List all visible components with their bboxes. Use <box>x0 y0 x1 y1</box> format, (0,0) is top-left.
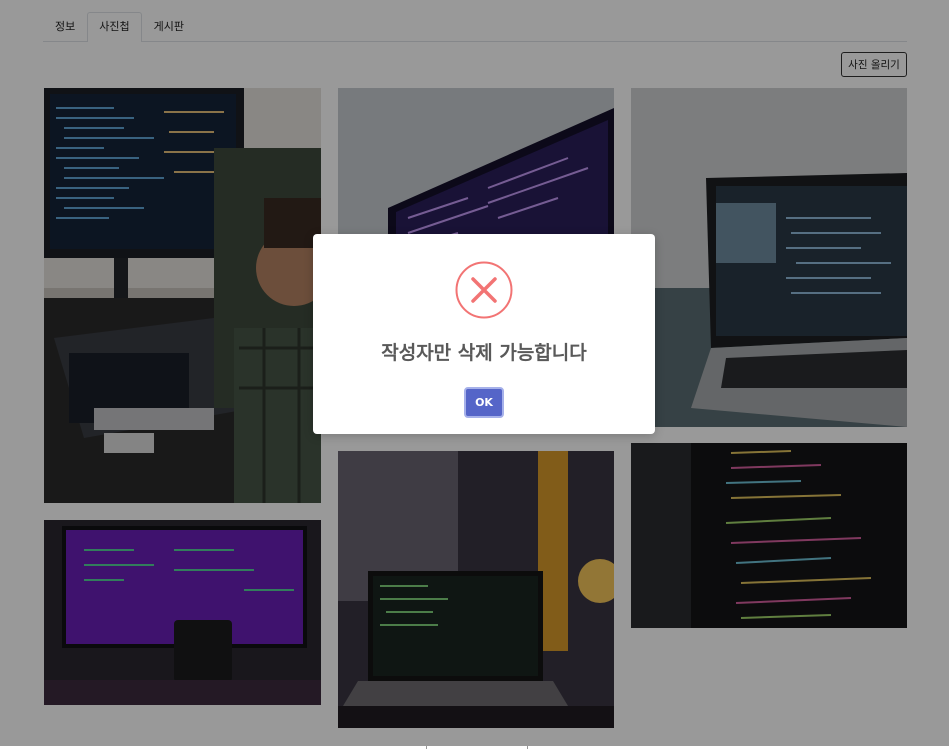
dialog-message: 작성자만 삭제 가능합니다 <box>381 342 587 364</box>
ok-button[interactable]: OK <box>464 387 504 418</box>
error-x-icon <box>455 261 513 319</box>
alert-dialog: 작성자만 삭제 가능합니다 OK <box>313 234 655 434</box>
